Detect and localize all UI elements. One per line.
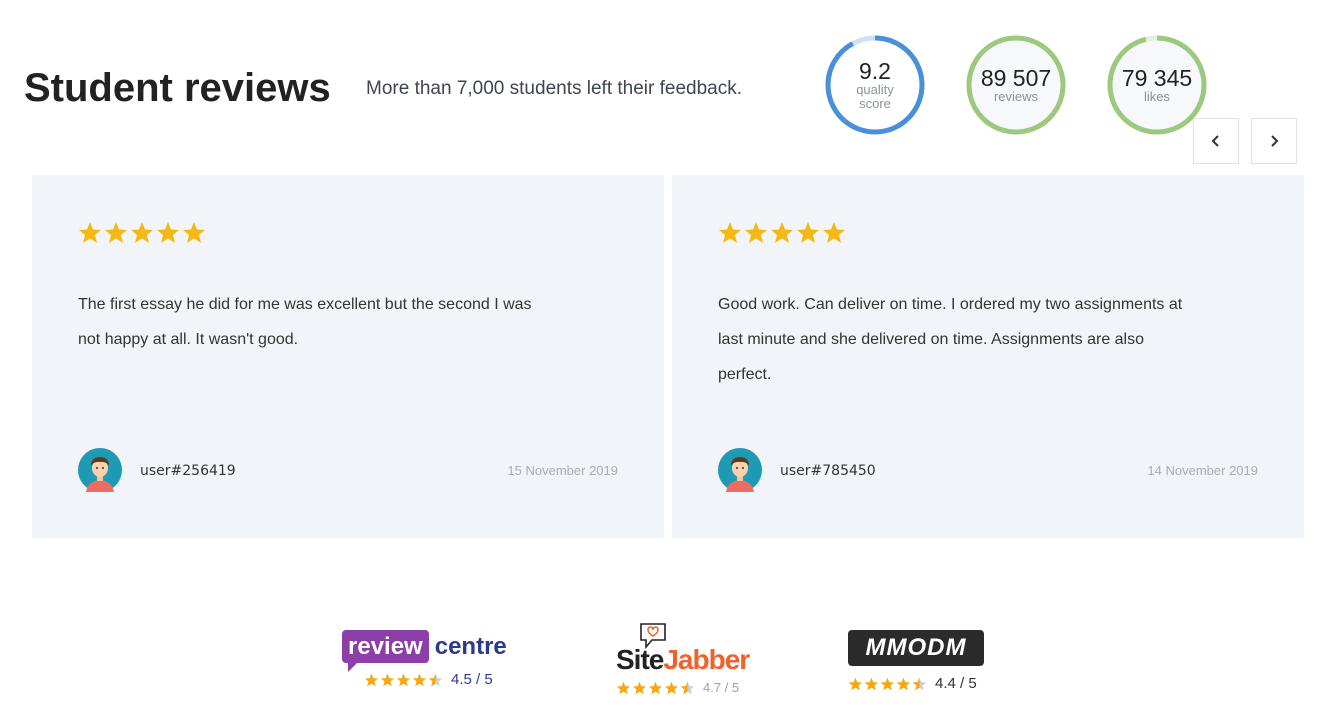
mmodm-rating[interactable]: MMODM 4.4 / 5 <box>848 630 984 692</box>
sitejabber-stars <box>616 681 695 695</box>
half-star-icon <box>912 677 927 690</box>
quality-score-value: 9.2 <box>859 57 891 84</box>
user-avatar-icon <box>718 448 762 492</box>
star-icon <box>823 222 845 243</box>
star-icon <box>79 222 101 243</box>
likes-count-value: 79 345 <box>1121 64 1193 91</box>
reviewcentre-logo-part1: review <box>348 633 423 660</box>
star-icon <box>616 681 631 694</box>
chevron-right-icon <box>1271 135 1279 147</box>
star-icon <box>745 222 767 243</box>
sitejabber-logo-part1: Site <box>616 644 664 675</box>
reviews-count-value: 89 507 <box>980 64 1052 91</box>
review-date: 14 November 2019 <box>1147 463 1258 478</box>
review-username: user#785450 <box>780 463 876 479</box>
review-date: 15 November 2019 <box>507 463 618 478</box>
review-username: user#256419 <box>140 463 236 479</box>
star-icon <box>797 222 819 243</box>
sitejabber-rating[interactable]: SiteJabber 4.7 / 5 <box>616 622 751 695</box>
sitejabber-score: 4.7 / 5 <box>703 680 740 695</box>
star-icon <box>664 681 679 694</box>
quality-score-label: quality <box>856 81 894 97</box>
sitejabber-logo-part2: Jabber <box>663 644 750 675</box>
half-star-icon <box>428 673 443 686</box>
star-icon <box>648 681 663 694</box>
mmodm-score: 4.4 / 5 <box>935 675 977 692</box>
star-icon <box>880 677 895 690</box>
review-card: The first essay he did for me was excell… <box>32 175 664 538</box>
review-card: Good work. Can deliver on time. I ordere… <box>672 175 1304 538</box>
sitejabber-logo: SiteJabber <box>616 622 751 675</box>
quality-score-stat: 9.2 quality score <box>825 35 925 135</box>
review-text: Good work. Can deliver on time. I ordere… <box>718 296 1183 383</box>
star-icon <box>364 673 379 686</box>
reviewcentre-score: 4.5 / 5 <box>451 671 493 688</box>
star-icon <box>896 677 911 690</box>
review-star-rating <box>78 221 206 244</box>
user-avatar-icon <box>78 448 122 492</box>
reviewcentre-logo: review <box>342 630 429 672</box>
review-text: The first essay he did for me was excell… <box>78 296 532 348</box>
star-icon <box>771 222 793 243</box>
review-star-rating <box>718 221 846 244</box>
star-icon <box>848 677 863 690</box>
star-icon <box>396 673 411 686</box>
star-icon <box>380 673 395 686</box>
reviewcentre-stars <box>364 673 443 687</box>
reviewcentre-rating[interactable]: review centre 4.5 / 5 <box>342 630 507 688</box>
reviews-count-stat: 89 507 reviews <box>966 35 1066 135</box>
star-icon <box>632 681 647 694</box>
quality-score-label-2: score <box>859 95 891 111</box>
star-icon <box>412 673 427 686</box>
reviews-count-label: reviews <box>993 88 1039 104</box>
page-subtitle: More than 7,000 students left their feed… <box>366 78 743 99</box>
page-title: Student reviews <box>24 66 331 110</box>
star-icon <box>105 222 127 243</box>
half-star-icon <box>680 681 695 694</box>
likes-count-stat: 79 345 likes <box>1107 35 1207 135</box>
likes-count-label: likes <box>1143 88 1170 104</box>
star-icon <box>131 222 153 243</box>
star-icon <box>183 222 205 243</box>
chevron-left-icon <box>1211 135 1219 147</box>
reviewcentre-logo-part2: centre <box>434 632 507 660</box>
mmodm-logo: MMODM <box>848 630 984 666</box>
star-icon <box>157 222 179 243</box>
carousel-next-button[interactable] <box>1251 118 1297 164</box>
star-icon <box>864 677 879 690</box>
mmodm-stars <box>848 677 927 691</box>
star-icon <box>719 222 741 243</box>
carousel-prev-button[interactable] <box>1193 118 1239 164</box>
